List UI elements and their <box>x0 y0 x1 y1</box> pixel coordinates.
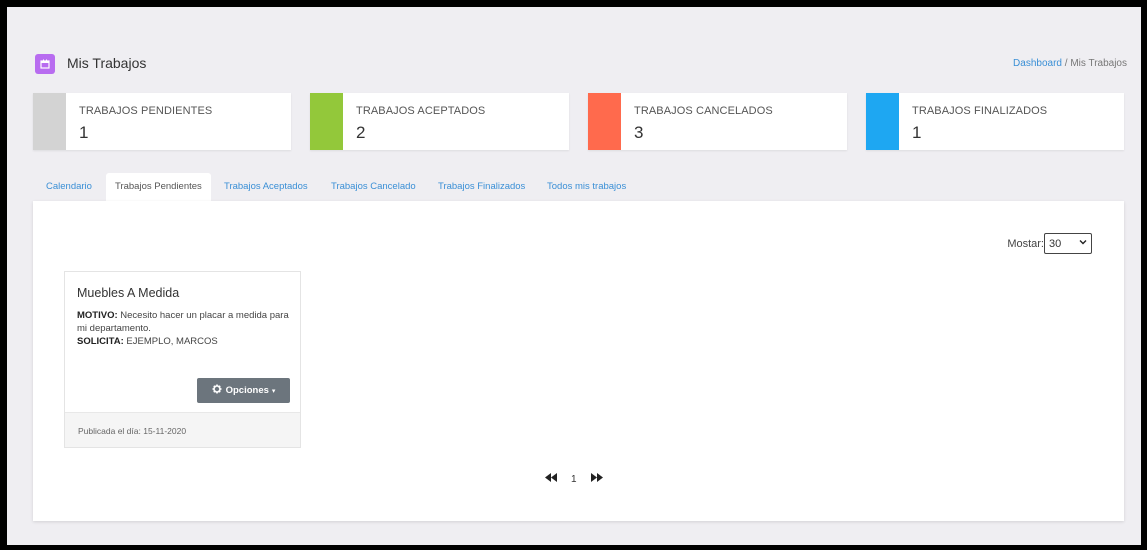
breadcrumb-current: Mis Trabajos <box>1070 58 1127 69</box>
page-size-control: Mostar: 30 <box>1007 233 1092 254</box>
breadcrumb: Dashboard / Mis Trabajos <box>1013 58 1127 69</box>
stat-value: 1 <box>79 123 89 142</box>
stat-card-cancelados: TRABAJOS CANCELADOS 3 <box>588 93 847 150</box>
breadcrumb-dashboard-link[interactable]: Dashboard <box>1013 58 1062 69</box>
stat-card-aceptados: TRABAJOS ACEPTADOS 2 <box>310 93 569 150</box>
stat-label: TRABAJOS FINALIZADOS <box>912 105 1048 117</box>
stat-label: TRABAJOS PENDIENTES <box>79 105 213 117</box>
solicita-label: SOLICITA: <box>77 336 124 347</box>
stat-card-pendientes: TRABAJOS PENDIENTES 1 <box>33 93 291 150</box>
fast-forward-icon[interactable] <box>590 473 603 485</box>
page-header: Mis Trabajos Dashboard / Mis Trabajos <box>33 52 1127 82</box>
options-button-label: Opciones <box>225 385 269 396</box>
stat-label: TRABAJOS ACEPTADOS <box>356 105 486 117</box>
tab-calendario[interactable]: Calendario <box>37 173 101 201</box>
tab-trabajos-finalizados[interactable]: Trabajos Finalizados <box>429 173 534 201</box>
tab-todos-mis-trabajos[interactable]: Todos mis trabajos <box>538 173 635 201</box>
motivo-label: MOTIVO: <box>77 310 118 321</box>
fast-backward-icon[interactable] <box>545 473 557 485</box>
job-card: Muebles A Medida MOTIVO: Necesito hacer … <box>64 271 301 448</box>
stat-color-bar <box>866 93 899 150</box>
page-title: Mis Trabajos <box>67 55 147 71</box>
stat-value: 3 <box>634 123 644 142</box>
solicita-text: EJEMPLO, MARCOS <box>123 336 218 347</box>
page-size-value: 30 <box>1049 237 1062 250</box>
gear-icon <box>212 384 222 397</box>
content-panel: Mostar: 30 Muebles A Medida MOTIVO: Nece… <box>33 201 1124 521</box>
stat-value: 2 <box>356 123 366 142</box>
stat-color-bar <box>310 93 343 150</box>
job-card-title: Muebles A Medida <box>77 286 180 300</box>
page-size-label: Mostar: <box>1007 237 1044 250</box>
tab-trabajos-aceptados[interactable]: Trabajos Aceptados <box>215 173 317 201</box>
options-button[interactable]: Opciones ▾ <box>197 378 290 403</box>
stat-label: TRABAJOS CANCELADOS <box>634 105 773 117</box>
job-card-body: MOTIVO: Necesito hacer un placar a medid… <box>77 309 292 348</box>
page-size-select[interactable]: 30 <box>1044 233 1092 254</box>
tab-trabajos-cancelado[interactable]: Trabajos Cancelado <box>322 173 425 201</box>
stats-row: TRABAJOS PENDIENTES 1 TRABAJOS ACEPTADOS… <box>33 93 1124 151</box>
stat-value: 1 <box>912 123 922 142</box>
chevron-down-icon <box>1079 238 1087 248</box>
caret-down-icon: ▾ <box>271 387 276 395</box>
calendar-icon <box>35 54 55 74</box>
job-card-footer: Publicada el día: 15-11-2020 <box>65 412 300 447</box>
stat-color-bar <box>33 93 66 150</box>
page-frame: Mis Trabajos Dashboard / Mis Trabajos TR… <box>7 7 1141 545</box>
tab-trabajos-pendientes[interactable]: Trabajos Pendientes <box>106 173 211 201</box>
pagination: 1 <box>545 473 603 485</box>
publish-date: Publicada el día: 15-11-2020 <box>78 426 187 436</box>
stat-color-bar <box>588 93 621 150</box>
stat-card-finalizados: TRABAJOS FINALIZADOS 1 <box>866 93 1124 150</box>
page-number[interactable]: 1 <box>571 474 577 485</box>
